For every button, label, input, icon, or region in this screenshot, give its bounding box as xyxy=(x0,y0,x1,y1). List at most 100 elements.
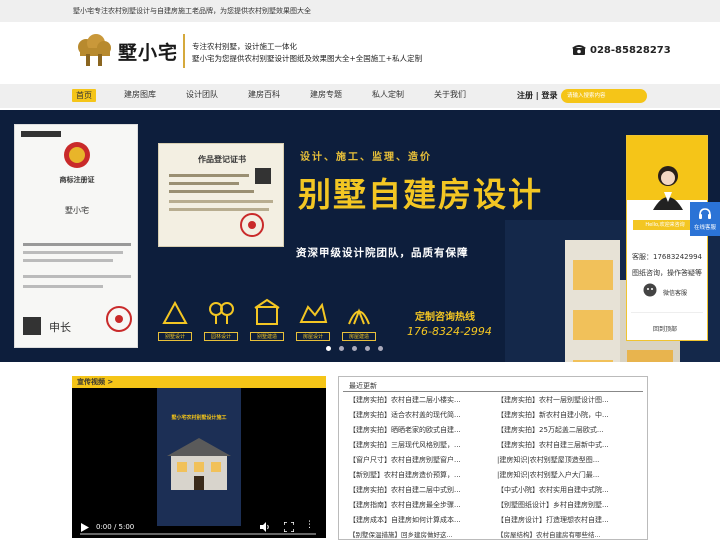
garden-icon xyxy=(209,302,234,324)
brand-name[interactable]: 墅小宅 xyxy=(118,38,178,65)
signature: 申长 xyxy=(49,321,71,334)
main-nav: 首页 建房图库 设计团队 建房百科 建房专题 私人定制 关于我们 注册 | 登录… xyxy=(0,84,720,108)
villa-thumbnail xyxy=(167,438,231,490)
more-options-icon[interactable]: ⋮ xyxy=(305,520,314,530)
slide-dots xyxy=(326,346,383,351)
feature-villa-build: 别墅建造 xyxy=(250,297,284,341)
news-link[interactable]: 【窗户尺寸】农村自建房别墅窗户... xyxy=(349,455,461,465)
house-design-icon xyxy=(299,302,328,323)
house-build-icon xyxy=(348,308,370,325)
slide-dot[interactable] xyxy=(352,346,357,351)
video-progress-bar[interactable] xyxy=(80,533,316,535)
news-link[interactable]: 【自建房设计】打造理想农村自建... xyxy=(497,515,609,525)
nav-item-about[interactable]: 关于我们 xyxy=(434,89,466,100)
slide-dot[interactable] xyxy=(326,346,331,351)
divider xyxy=(183,34,185,68)
hotline-number: 176-8324-2994 xyxy=(407,325,492,338)
logo-icon[interactable] xyxy=(72,34,116,68)
news-link[interactable]: 【建房成本】自建房如何计算成本... xyxy=(349,515,461,525)
seal-icon xyxy=(106,306,132,332)
slogan: 专注农村别墅，设计施工一体化 墅小宅为您提供农村别墅设计图纸及效果图大全+全国施… xyxy=(192,41,422,65)
emblem-icon xyxy=(64,142,90,168)
nav-item-home[interactable]: 首页 xyxy=(72,89,96,102)
online-service-button[interactable]: 在线客服 xyxy=(690,202,720,236)
wechat-icon[interactable] xyxy=(643,283,657,297)
hero-banner[interactable]: 商标注册证 墅小宅 申长 作品登记证书 设计、施工、监理、造价 别墅自建房设计 … xyxy=(0,110,720,362)
video-controls: 0:00 / 5:00 ⋮ xyxy=(72,516,326,538)
sidebar-kefu-phone: 客服：17683242994 xyxy=(632,253,702,261)
fullscreen-icon[interactable] xyxy=(284,522,294,532)
feature-house-design: 房屋设计 xyxy=(296,297,330,341)
top-bar: 墅小宅专注农村别墅设计与自建房施工老品牌，为您提供农村别墅效果图大全 xyxy=(0,0,720,22)
news-link[interactable]: 【建房实拍】农村自建二层小楼实... xyxy=(349,395,461,405)
search-input[interactable]: 请输入搜索内容 xyxy=(561,89,647,103)
nav-item-gallery[interactable]: 建房图库 xyxy=(124,89,156,100)
cert2-title: 作品登记证书 xyxy=(198,155,246,164)
cert1-brand: 墅小宅 xyxy=(65,206,89,215)
news-link[interactable]: 【建房实拍】新农村自建小院，中... xyxy=(497,410,609,420)
slogan-line-1: 专注农村别墅，设计施工一体化 xyxy=(192,42,297,51)
news-link[interactable]: 【建房实拍】适合农村盖的现代简... xyxy=(349,410,461,420)
banner-subline: 资深甲级设计院团队，品质有保障 xyxy=(296,247,469,259)
back-to-top-button[interactable]: 回到顶部 xyxy=(653,324,677,333)
news-link[interactable]: 【建房实拍】农村自建二层中式别... xyxy=(349,485,461,495)
copyright-certificate: 作品登记证书 xyxy=(158,143,284,247)
video-poster: 墅小宅农村别墅设计施工 xyxy=(157,388,241,526)
news-link[interactable]: 【新别墅】农村自建房造价预算，... xyxy=(349,470,461,480)
news-link[interactable]: 【建房实拍】农村自建三层新中式... xyxy=(497,440,609,450)
sidebar-header xyxy=(627,136,707,210)
top-bar-text: 墅小宅专注农村别墅设计与自建房施工老品牌，为您提供农村别墅效果图大全 xyxy=(73,7,311,15)
nav-item-team[interactable]: 设计团队 xyxy=(186,89,218,100)
nav-item-custom[interactable]: 私人定制 xyxy=(372,89,404,100)
news-link[interactable]: |建房知识|农村别墅屋顶造型图... xyxy=(497,455,599,465)
news-link[interactable]: |建房知识|农村别墅入户大门最... xyxy=(497,470,599,480)
slide-dot[interactable] xyxy=(365,346,370,351)
news-link[interactable]: 【建房实拍】晒晒老家的欧式自建... xyxy=(349,425,461,435)
news-divider xyxy=(343,391,643,392)
header: 墅小宅 专注农村别墅，设计施工一体化 墅小宅为您提供农村别墅设计图纸及效果图大全… xyxy=(0,22,720,84)
video-player[interactable]: 墅小宅农村别墅设计施工 0:00 / 5:00 ⋮ xyxy=(72,388,326,538)
sidebar-consult-text: 图纸咨询，操作答疑等 xyxy=(632,269,702,277)
news-link[interactable]: 【别墅保温措施】回乡建房做好这... xyxy=(349,529,453,539)
sidebar-online-label: Hello,欢迎来咨询 xyxy=(633,220,697,230)
play-icon[interactable] xyxy=(81,523,89,532)
video-poster-title: 墅小宅农村别墅设计施工 xyxy=(171,415,227,421)
header-phone: 028-85828273 xyxy=(572,44,671,56)
consult-sidebar: Hello,欢迎来咨询 客服：17683242994 图纸咨询，操作答疑等 微信… xyxy=(626,135,708,341)
nav-item-topics[interactable]: 建房专题 xyxy=(310,89,342,100)
volume-icon[interactable] xyxy=(260,522,270,532)
headset-icon xyxy=(699,208,711,219)
promo-video-title[interactable]: 宣传视频 > xyxy=(72,376,326,388)
slide-dot[interactable] xyxy=(339,346,344,351)
seal-icon xyxy=(240,213,264,237)
sidebar-wechat-label[interactable]: 微信客服 xyxy=(663,288,687,297)
hotline-label: 定制咨询热线 xyxy=(415,312,475,323)
slogan-line-2: 墅小宅为您提供农村别墅设计图纸及效果图大全+全国施工+私人定制 xyxy=(192,54,423,63)
feature-garden-design: 园林设计 xyxy=(204,297,238,341)
phone-number: 028-85828273 xyxy=(590,44,671,56)
news-link[interactable]: 【建房实拍】25万起盖二层欧式... xyxy=(497,425,604,435)
latest-news-title: 最近更新 xyxy=(349,382,377,390)
trademark-certificate: 商标注册证 墅小宅 申长 xyxy=(14,124,138,348)
news-link[interactable]: 【别墅图纸设计】乡村自建房别墅... xyxy=(497,500,609,510)
cert1-title: 商标注册证 xyxy=(59,176,95,184)
phone-icon xyxy=(572,45,586,55)
customer-service-avatar-icon xyxy=(653,166,683,210)
villa-design-icon xyxy=(162,300,188,324)
news-link[interactable]: 【建房指南】农村自建房最全步骤... xyxy=(349,500,461,510)
video-time: 0:00 / 5:00 xyxy=(96,523,135,531)
news-link[interactable]: 【房屋结构】农村自建房有哪些结... xyxy=(497,529,601,539)
slide-dot[interactable] xyxy=(378,346,383,351)
promo-video-section: 宣传视频 > 墅小宅农村别墅设计施工 0:00 / 5:00 ⋮ xyxy=(72,376,326,538)
news-link[interactable]: 【建房实拍】三层现代风格别墅，... xyxy=(349,440,461,450)
online-service-label: 在线客服 xyxy=(693,225,716,231)
nav-item-wiki[interactable]: 建房百科 xyxy=(248,89,280,100)
feature-villa-design: 别墅设计 xyxy=(158,297,192,341)
login-register-link[interactable]: 注册 | 登录 xyxy=(517,90,558,101)
banner-tagline: 设计、施工、监理、造价 xyxy=(300,152,432,163)
banner-headline: 别墅自建房设计 xyxy=(298,175,543,214)
news-link[interactable]: 【中式小院】农村实用自建中式院... xyxy=(497,485,609,495)
feature-house-build: 房屋建造 xyxy=(342,297,376,341)
villa-build-icon xyxy=(254,298,280,325)
news-link[interactable]: 【建房实拍】农村一层别墅设计图... xyxy=(497,395,609,405)
